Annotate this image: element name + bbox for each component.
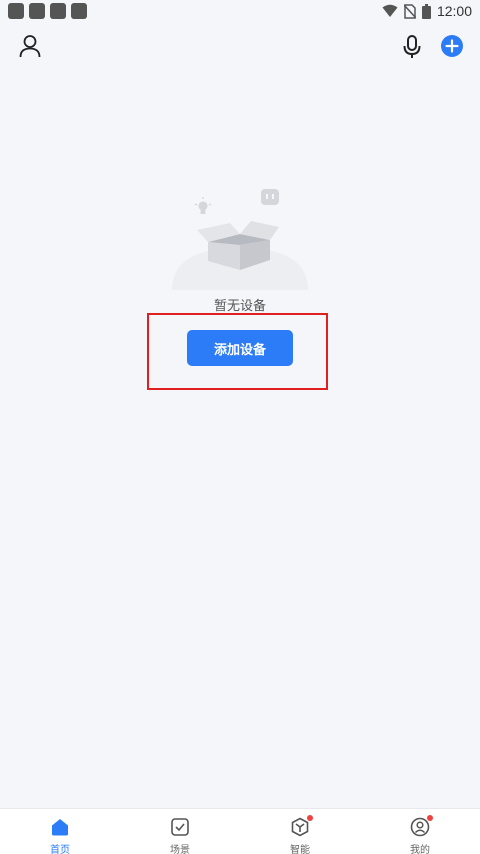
wifi-icon xyxy=(382,4,398,17)
notification-icon xyxy=(8,3,24,19)
clock: 12:00 xyxy=(436,3,472,19)
top-bar xyxy=(0,30,480,64)
tab-label: 我的 xyxy=(410,845,430,854)
add-button[interactable] xyxy=(441,35,463,57)
bottom-tab-bar: 首页 场景 智能 我的 xyxy=(0,808,480,854)
notification-icon xyxy=(50,3,66,19)
battery-icon xyxy=(421,3,431,19)
cube-icon xyxy=(289,815,313,838)
notification-icon xyxy=(71,3,87,19)
voice-button[interactable] xyxy=(398,32,426,62)
tab-label: 首页 xyxy=(50,845,70,854)
home-icon xyxy=(49,816,71,838)
no-sim-icon xyxy=(403,3,416,19)
tab-label: 场景 xyxy=(170,845,190,854)
tab-smart[interactable]: 智能 xyxy=(240,809,360,854)
notification-icon xyxy=(29,3,45,19)
user-icon xyxy=(19,35,41,58)
status-bar: 12:00 xyxy=(0,0,480,22)
tab-home[interactable]: 首页 xyxy=(0,809,120,854)
badge-dot xyxy=(307,815,313,821)
plus-circle-icon xyxy=(441,35,463,57)
notification-icons xyxy=(8,3,87,19)
profile-circle-icon xyxy=(409,815,433,838)
add-device-button[interactable]: 添加设备 xyxy=(187,330,293,366)
tab-label: 智能 xyxy=(290,845,310,854)
tab-mine[interactable]: 我的 xyxy=(360,809,480,854)
badge-dot xyxy=(427,815,433,821)
tab-scene[interactable]: 场景 xyxy=(120,809,240,854)
profile-button[interactable] xyxy=(16,30,44,62)
microphone-icon xyxy=(403,35,421,58)
empty-state-text: 暂无设备 xyxy=(213,299,266,314)
checkbox-icon xyxy=(169,816,191,838)
empty-box-illustration xyxy=(172,189,308,290)
